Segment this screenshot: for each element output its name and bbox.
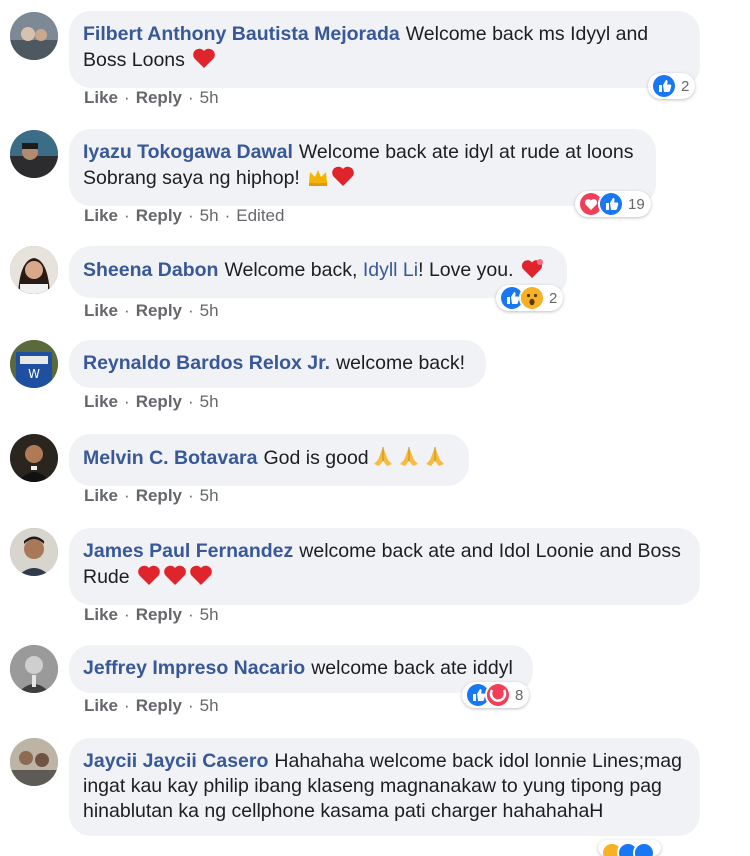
comment-actions: Like · Reply · 5h <box>84 301 219 320</box>
reaction-count: 8 <box>515 686 524 704</box>
reply-link[interactable]: Reply <box>136 206 182 225</box>
like-link[interactable]: Like <box>84 605 118 624</box>
avatar[interactable] <box>10 130 58 178</box>
heart-emoji-icon <box>192 47 216 76</box>
avatar[interactable]: W <box>10 340 58 388</box>
reaction-count: 2 <box>549 289 558 307</box>
pray-emoji-icon <box>423 445 447 474</box>
like-reaction-icon <box>633 842 655 856</box>
like-link[interactable]: Like <box>84 392 118 411</box>
comment-bubble: Reynaldo Bardos Relox Jr. welcome back! <box>69 340 486 388</box>
comment-actions: Like · Reply · 5h <box>84 88 219 107</box>
heart-emoji-icon <box>137 564 161 593</box>
care-reaction-icon <box>485 682 511 708</box>
like-link[interactable]: Like <box>84 88 118 107</box>
comment-author[interactable]: Filbert Anthony Bautista Mejorada <box>83 23 400 45</box>
comment-bubble: Jaycii Jaycii Casero Hahahaha welcome bac… <box>69 738 700 836</box>
avatar[interactable] <box>10 645 58 693</box>
like-link[interactable]: Like <box>84 206 118 225</box>
mention-link[interactable]: Idyll Li <box>363 259 418 281</box>
comment-actions: Like · Reply · 5h · Edited <box>84 206 285 225</box>
comment-timestamp[interactable]: 5h <box>200 392 219 411</box>
like-reaction-icon <box>598 191 624 217</box>
comment-text: Welcome back, <box>224 259 358 281</box>
comment-timestamp[interactable]: 5h <box>200 301 219 320</box>
edited-label[interactable]: Edited <box>236 206 284 225</box>
comment-author[interactable]: Iyazu Tokogawa Dawal <box>83 141 293 163</box>
comment-timestamp[interactable]: 5h <box>200 206 219 225</box>
reaction-summary[interactable]: 8 <box>462 682 530 708</box>
comment-author[interactable]: Jeffrey Impreso Nacario <box>83 657 305 679</box>
comment-bubble: Filbert Anthony Bautista Mejorada Welcome… <box>69 11 700 88</box>
heart-emoji-icon <box>189 564 213 593</box>
reaction-summary[interactable] <box>598 840 661 856</box>
comment-actions: Like · Reply · 5h <box>84 486 219 505</box>
avatar[interactable] <box>10 12 58 60</box>
avatar[interactable] <box>10 246 58 294</box>
comment-text: God is good <box>263 447 369 469</box>
comment-text-after: ! Love you. <box>418 259 514 281</box>
reaction-count: 2 <box>681 77 690 95</box>
comment-text: welcome back ate iddyl <box>311 657 513 679</box>
comment-author[interactable]: Melvin C. Botavara <box>83 447 257 469</box>
reply-link[interactable]: Reply <box>136 88 182 107</box>
comment-actions: Like · Reply · 5h <box>84 392 219 411</box>
reaction-summary[interactable]: 2 <box>496 285 564 311</box>
reaction-summary[interactable]: 2 <box>648 73 696 99</box>
like-link[interactable]: Like <box>84 696 118 715</box>
reply-link[interactable]: Reply <box>136 392 182 411</box>
heart-emoji-icon <box>331 165 355 194</box>
reply-link[interactable]: Reply <box>136 301 182 320</box>
comment-text: welcome back! <box>336 352 466 374</box>
avatar[interactable] <box>10 528 58 576</box>
reply-link[interactable]: Reply <box>136 605 182 624</box>
comment-timestamp[interactable]: 5h <box>200 605 219 624</box>
reply-link[interactable]: Reply <box>136 696 182 715</box>
comment-actions: Like · Reply · 5h <box>84 605 219 624</box>
reaction-summary[interactable]: 19 <box>575 191 651 217</box>
avatar[interactable] <box>10 738 58 786</box>
heart-emoji-icon <box>163 564 187 593</box>
avatar[interactable] <box>10 434 58 482</box>
wow-reaction-icon <box>519 285 545 311</box>
like-reaction-icon <box>651 73 677 99</box>
like-link[interactable]: Like <box>84 301 118 320</box>
like-link[interactable]: Like <box>84 486 118 505</box>
crown-emoji-icon <box>307 167 329 194</box>
comment-timestamp[interactable]: 5h <box>200 486 219 505</box>
pray-emoji-icon <box>371 445 395 474</box>
pray-emoji-icon <box>397 445 421 474</box>
comment-bubble: Jeffrey Impreso Nacario welcome back ate … <box>69 645 533 693</box>
comment-bubble: Iyazu Tokogawa Dawal Welcome back ate idy… <box>69 129 656 206</box>
comment-bubble: Sheena Dabon Welcome back, Idyll Li! Love… <box>69 246 567 298</box>
svg-text:W: W <box>28 367 40 381</box>
comment-bubble: James Paul Fernandez welcome back ate and… <box>69 528 700 605</box>
comment-author[interactable]: Reynaldo Bardos Relox Jr. <box>83 352 330 374</box>
comment-actions: Like · Reply · 5h <box>84 696 219 715</box>
heart-emoji-icon <box>521 257 545 286</box>
comment-bubble: Melvin C. Botavara God is good <box>69 434 469 486</box>
comment-author[interactable]: Jaycii Jaycii Casero <box>83 750 268 772</box>
reaction-count: 19 <box>628 195 645 213</box>
comment-timestamp[interactable]: 5h <box>200 88 219 107</box>
comment-author[interactable]: Sheena Dabon <box>83 259 218 281</box>
comment-author[interactable]: James Paul Fernandez <box>83 540 293 562</box>
comment-timestamp[interactable]: 5h <box>200 696 219 715</box>
reply-link[interactable]: Reply <box>136 486 182 505</box>
